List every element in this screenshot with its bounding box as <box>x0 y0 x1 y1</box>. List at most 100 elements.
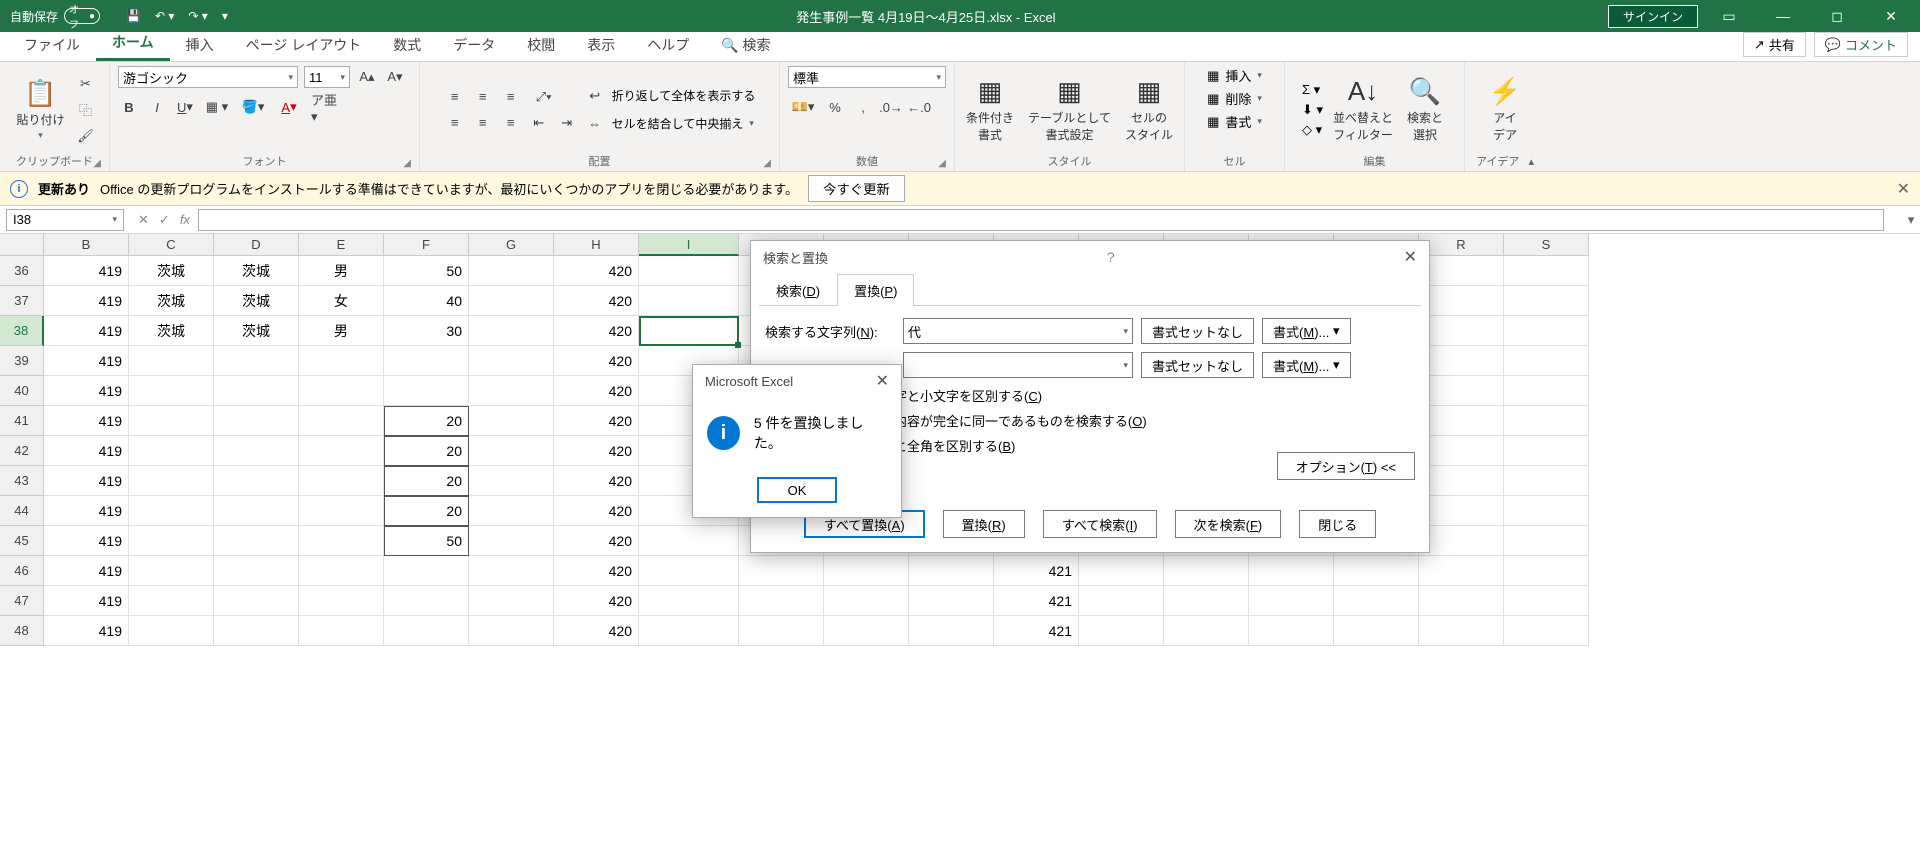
cell[interactable]: 419 <box>44 556 129 586</box>
insert-cells-button[interactable]: ▦挿入▾ <box>1207 66 1262 85</box>
cell[interactable]: 419 <box>44 466 129 496</box>
find-what-input[interactable]: 代▾ <box>903 318 1133 344</box>
accounting-format-icon[interactable]: 💴▾ <box>788 96 818 118</box>
cell[interactable] <box>384 586 469 616</box>
close-dialog-button[interactable]: 閉じる <box>1299 510 1376 538</box>
align-right-icon[interactable]: ≡ <box>500 112 522 134</box>
msgbox-close-icon[interactable]: ✕ <box>876 371 889 391</box>
row-header-37[interactable]: 37 <box>0 286 44 316</box>
cell[interactable] <box>1419 406 1504 436</box>
cell[interactable]: 女 <box>299 286 384 316</box>
select-all-corner[interactable] <box>0 234 44 256</box>
row-header-40[interactable]: 40 <box>0 376 44 406</box>
cell[interactable] <box>299 346 384 376</box>
tab-view[interactable]: 表示 <box>571 29 631 61</box>
decrease-indent-icon[interactable]: ⇤ <box>528 112 550 134</box>
cell[interactable] <box>299 526 384 556</box>
dialog-help-icon[interactable]: ? <box>1107 249 1115 265</box>
decrease-font-icon[interactable]: A▾ <box>384 66 406 88</box>
row-header-47[interactable]: 47 <box>0 586 44 616</box>
close-window-icon[interactable]: ✕ <box>1868 0 1914 32</box>
row-header-48[interactable]: 48 <box>0 616 44 646</box>
undo-icon[interactable]: ↶ ▾ <box>155 9 174 23</box>
cell[interactable] <box>639 526 739 556</box>
cell[interactable] <box>1504 256 1589 286</box>
cell-styles-button[interactable]: ▦セルの スタイル <box>1121 74 1177 145</box>
col-header-E[interactable]: E <box>299 234 384 256</box>
tab-page-layout[interactable]: ページ レイアウト <box>230 29 378 61</box>
cell[interactable]: 男 <box>299 316 384 346</box>
cell[interactable] <box>1419 316 1504 346</box>
cell[interactable] <box>384 556 469 586</box>
cell[interactable]: 419 <box>44 346 129 376</box>
increase-decimal-icon[interactable]: .0→ <box>880 96 902 118</box>
cell[interactable] <box>129 346 214 376</box>
tab-search[interactable]: 🔍 検索 <box>705 29 786 61</box>
tab-find-in-dialog[interactable]: 検索(D) <box>759 274 837 306</box>
cell[interactable] <box>214 526 299 556</box>
cell[interactable]: 30 <box>384 316 469 346</box>
cell[interactable] <box>639 586 739 616</box>
cell[interactable] <box>1504 346 1589 376</box>
cell[interactable] <box>824 586 909 616</box>
cell[interactable] <box>1504 616 1589 646</box>
cell[interactable] <box>214 376 299 406</box>
name-box[interactable]: I38▾ <box>6 209 124 231</box>
replace-button[interactable]: 置換(R) <box>943 510 1025 538</box>
signin-button[interactable]: サインイン <box>1608 5 1698 28</box>
formula-input[interactable] <box>198 209 1884 231</box>
cell[interactable]: 420 <box>554 586 639 616</box>
cell[interactable] <box>1419 436 1504 466</box>
align-top-icon[interactable]: ≡ <box>444 86 466 108</box>
cell[interactable] <box>129 586 214 616</box>
col-header-I[interactable]: I <box>639 234 739 256</box>
cell[interactable] <box>739 586 824 616</box>
cell[interactable]: 420 <box>554 466 639 496</box>
font-name-combo[interactable]: 游ゴシック▾ <box>118 66 298 88</box>
cell[interactable] <box>1504 376 1589 406</box>
row-header-43[interactable]: 43 <box>0 466 44 496</box>
cell[interactable] <box>739 616 824 646</box>
ribbon-display-icon[interactable]: ▭ <box>1706 0 1752 32</box>
cell[interactable] <box>1164 556 1249 586</box>
align-launcher-icon[interactable]: ◢ <box>763 158 771 169</box>
cell[interactable]: 420 <box>554 256 639 286</box>
cell[interactable] <box>469 316 554 346</box>
cell[interactable]: 419 <box>44 436 129 466</box>
copy-icon[interactable]: ⿻ <box>75 99 97 121</box>
row-header-39[interactable]: 39 <box>0 346 44 376</box>
cell[interactable] <box>384 376 469 406</box>
cell[interactable] <box>214 616 299 646</box>
align-bottom-icon[interactable]: ≡ <box>500 86 522 108</box>
cell[interactable] <box>824 556 909 586</box>
cell[interactable]: 50 <box>384 526 469 556</box>
sort-filter-button[interactable]: A↓並べ替えと フィルター <box>1329 74 1397 145</box>
delete-cells-button[interactable]: ▦削除▾ <box>1207 89 1262 108</box>
cell[interactable]: 420 <box>554 286 639 316</box>
cell[interactable]: 茨城 <box>214 256 299 286</box>
cell[interactable] <box>1079 556 1164 586</box>
comma-icon[interactable]: , <box>852 96 874 118</box>
tab-insert[interactable]: 挿入 <box>170 29 230 61</box>
formula-bar-expand-icon[interactable]: ▾ <box>1902 212 1920 228</box>
cell[interactable]: 419 <box>44 616 129 646</box>
tab-replace-in-dialog[interactable]: 置換(P) <box>837 274 914 306</box>
cell[interactable] <box>214 346 299 376</box>
cell[interactable] <box>1419 346 1504 376</box>
cell[interactable] <box>469 256 554 286</box>
clear-icon[interactable]: ◇ ▾ <box>1302 122 1323 138</box>
row-header-45[interactable]: 45 <box>0 526 44 556</box>
cell[interactable] <box>1504 496 1589 526</box>
autosave-toggle[interactable]: 自動保存 オフ ● <box>0 8 110 25</box>
tab-formulas[interactable]: 数式 <box>377 29 437 61</box>
fill-icon[interactable]: ⬇ ▾ <box>1302 102 1323 118</box>
cell[interactable] <box>299 616 384 646</box>
cell[interactable] <box>1504 406 1589 436</box>
dialog-close-icon[interactable]: ✕ <box>1404 247 1417 267</box>
clipboard-launcher-icon[interactable]: ◢ <box>93 158 101 169</box>
cell[interactable]: 421 <box>994 586 1079 616</box>
border-icon[interactable]: ▦ ▾ <box>202 96 232 118</box>
cell[interactable] <box>1504 466 1589 496</box>
cell[interactable] <box>824 616 909 646</box>
share-button[interactable]: ↗ 共有 <box>1743 32 1806 57</box>
